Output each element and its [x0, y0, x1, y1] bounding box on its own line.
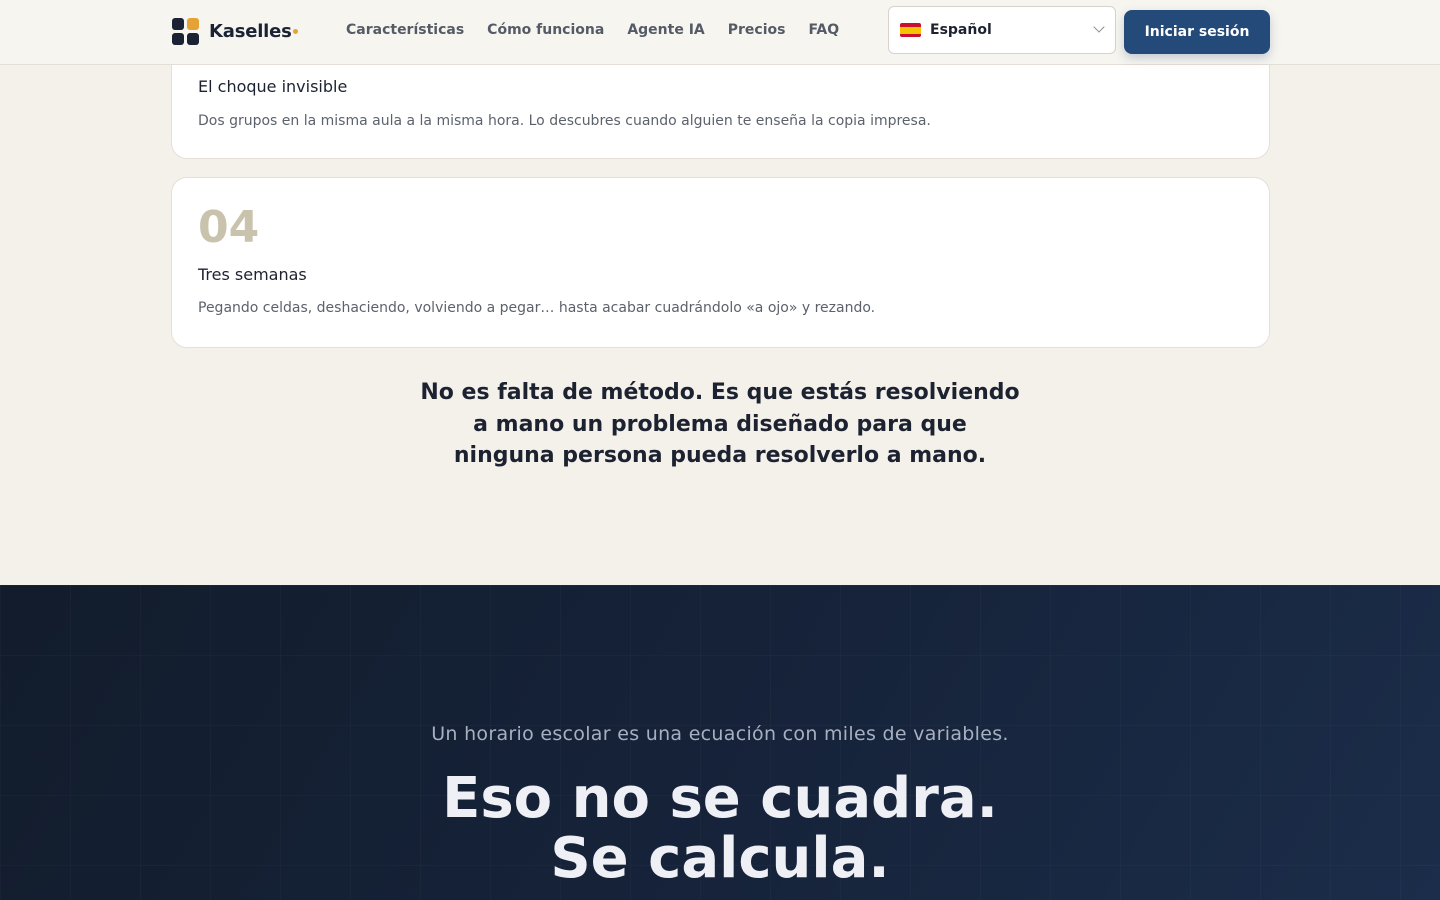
hero-title-line: Se calcula. — [550, 826, 890, 891]
card-description: Dos grupos en la misma aula a la misma h… — [198, 113, 931, 129]
card-title: El choque invisible — [198, 77, 348, 96]
brand-dot-icon — [292, 29, 298, 34]
card-number: 04 — [198, 202, 260, 253]
main-nav: Características Cómo funciona Agente IA … — [346, 22, 862, 38]
problem-statement: No es falta de método. Es que estás reso… — [0, 377, 1440, 472]
brand-name: Kaselles — [209, 21, 292, 42]
brand-logo[interactable]: Kaselles — [172, 18, 298, 45]
nav-link-precios[interactable]: Precios — [728, 22, 786, 38]
card-description: Pegando celdas, deshaciendo, volviendo a… — [198, 300, 876, 316]
statement-line: No es falta de método. Es que estás reso… — [420, 380, 1020, 405]
nav-link-agente-ia[interactable]: Agente IA — [627, 22, 704, 38]
hero-title-line: Eso no se cuadra. — [442, 766, 998, 831]
statement-line: ninguna persona pueda resolverlo a mano. — [453, 443, 987, 468]
card-title: Tres semanas — [198, 265, 307, 284]
problem-card: 04 Tres semanas Pegando celdas, deshacie… — [171, 177, 1270, 348]
language-select[interactable]: Español — [888, 6, 1116, 54]
login-button[interactable]: Iniciar sesión — [1124, 10, 1270, 54]
logo-grid-icon — [172, 18, 199, 45]
page: Kaselles Características Cómo funciona A… — [0, 0, 1440, 900]
spain-flag-icon — [900, 23, 921, 37]
nav-link-faq[interactable]: FAQ — [808, 22, 839, 38]
hero-title: Eso no se cuadra. Se calcula. — [0, 769, 1440, 889]
nav-link-caracteristicas[interactable]: Características — [346, 22, 464, 38]
nav-link-como-funciona[interactable]: Cómo funciona — [487, 22, 604, 38]
statement-line: a mano un problema diseñado para que — [473, 411, 967, 437]
language-label: Español — [930, 22, 992, 38]
site-header: Kaselles Características Cómo funciona A… — [0, 0, 1440, 65]
hero-subtitle: Un horario escolar es una ecuación con m… — [431, 723, 1009, 745]
chevron-down-icon — [1093, 21, 1105, 33]
hero-section: Un horario escolar es una ecuación con m… — [0, 585, 1440, 900]
